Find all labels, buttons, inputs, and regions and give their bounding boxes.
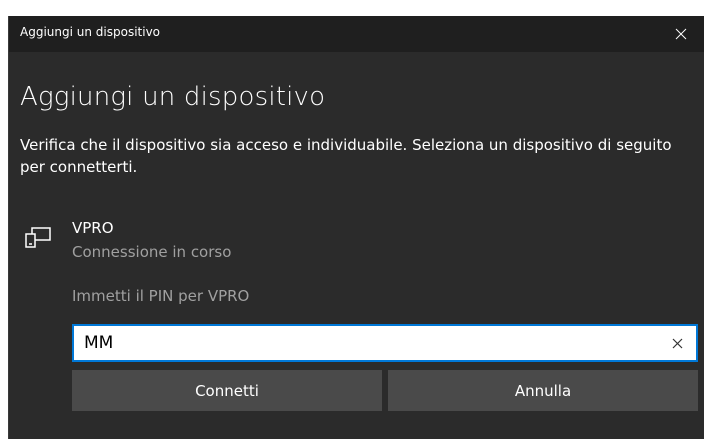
title-bar: Aggiungi un dispositivo [9, 16, 704, 52]
pin-input-container [72, 324, 698, 362]
close-window-button[interactable] [658, 16, 704, 52]
clear-input-button[interactable] [662, 328, 692, 358]
device-name: VPRO [72, 219, 114, 237]
connect-button[interactable]: Connetti [72, 370, 382, 411]
pin-prompt-label: Immetti il PIN per VPRO [72, 287, 250, 305]
clear-icon [672, 338, 682, 348]
page-heading: Aggiungi un dispositivo [20, 82, 326, 112]
screenshot-frame: Aggiungi un dispositivo Aggiungi un disp… [0, 0, 704, 439]
connection-status: Connessione in corso [72, 243, 232, 261]
add-device-dialog: Aggiungi un dispositivo Aggiungi un disp… [8, 16, 704, 439]
device-icon [25, 227, 51, 248]
window-title: Aggiungi un dispositivo [20, 25, 161, 39]
pin-input[interactable] [84, 326, 644, 360]
close-icon [675, 28, 687, 40]
cancel-button[interactable]: Annulla [388, 370, 698, 411]
instruction-text: Verifica che il dispositivo sia acceso e… [20, 136, 672, 176]
